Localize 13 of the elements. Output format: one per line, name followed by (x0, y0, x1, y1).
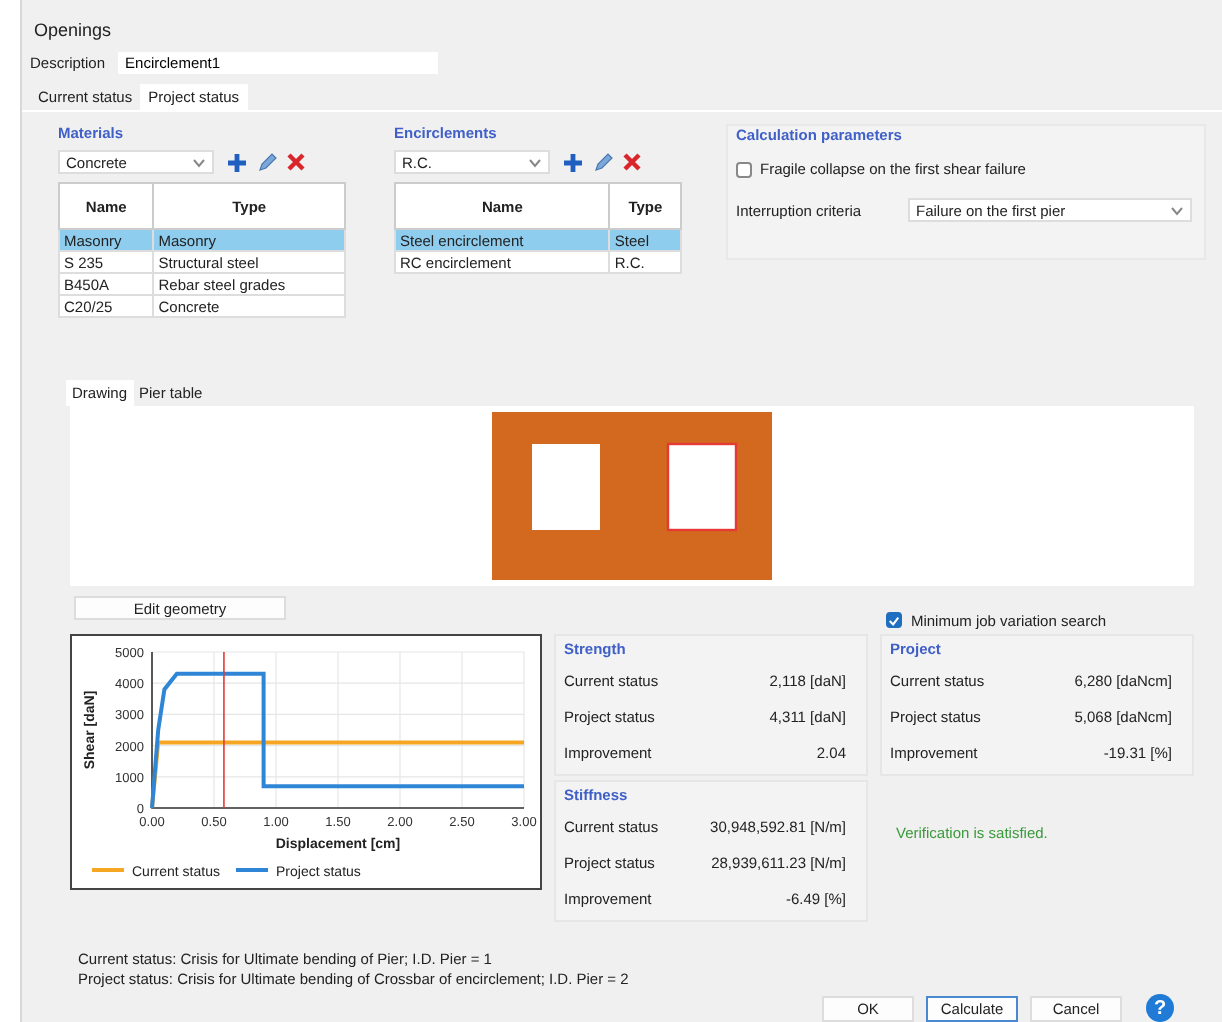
caret-icon (192, 157, 206, 167)
caret-icon (1170, 205, 1184, 215)
plus-icon[interactable] (226, 151, 248, 173)
window-title: Openings (32, 18, 114, 44)
delete-icon[interactable] (622, 152, 642, 172)
caret-icon (528, 157, 542, 167)
checkbox[interactable] (886, 612, 903, 628)
help-icon[interactable]: ? (1146, 994, 1174, 1022)
delete-icon[interactable] (286, 152, 306, 172)
pencil-icon[interactable] (256, 151, 278, 173)
checkbox[interactable] (736, 161, 752, 177)
pencil-icon[interactable] (592, 151, 614, 173)
plus-icon[interactable] (562, 151, 584, 173)
